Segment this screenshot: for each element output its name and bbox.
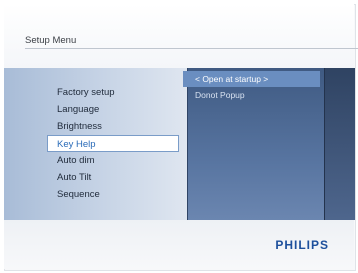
menu-item-key-help[interactable]: Key Help <box>47 135 179 152</box>
header: Setup Menu <box>4 4 358 68</box>
submenu-item-open-at-startup[interactable]: < Open at startup > <box>183 71 320 87</box>
menu-item-auto-tilt[interactable]: Auto Tilt <box>49 169 181 186</box>
side-column <box>324 68 355 220</box>
menu-column: Factory setup Language Brightness Key He… <box>4 68 187 220</box>
page-title: Setup Menu <box>25 35 77 46</box>
footer: PHILIPS <box>4 220 354 269</box>
menu-item-auto-dim[interactable]: Auto dim <box>49 152 181 169</box>
menu-item-language[interactable]: Language <box>49 101 181 118</box>
brand-logo: PHILIPS <box>275 238 329 252</box>
setup-menu-list: Factory setup Language Brightness Key He… <box>47 84 181 203</box>
menu-item-factory-setup[interactable]: Factory setup <box>49 84 181 101</box>
menu-item-brightness[interactable]: Brightness <box>49 118 181 135</box>
submenu-item-donot-popup[interactable]: Donot Popup <box>183 87 320 103</box>
submenu-list: < Open at startup > Donot Popup <box>183 71 320 103</box>
header-divider <box>25 48 358 49</box>
menu-item-sequence[interactable]: Sequence <box>49 186 181 203</box>
